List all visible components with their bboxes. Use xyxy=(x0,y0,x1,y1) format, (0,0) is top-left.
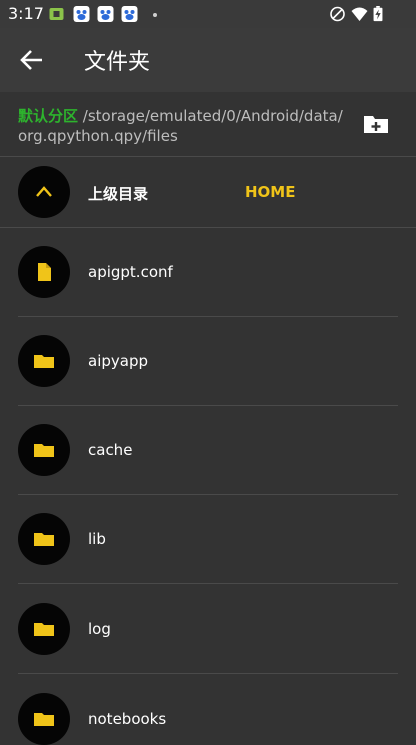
wifi-icon xyxy=(351,7,368,21)
android-debug-icon xyxy=(49,8,64,20)
drive-label[interactable]: 默认分区 xyxy=(18,107,78,125)
list-item-notebooks[interactable]: notebooks xyxy=(0,651,416,745)
item-name: apigpt.conf xyxy=(88,263,173,281)
item-name: cache xyxy=(88,441,133,459)
new-folder-icon[interactable] xyxy=(362,112,390,136)
file-icon xyxy=(38,263,51,281)
status-bar: 3:17 xyxy=(0,0,416,28)
baidu-app-icon xyxy=(73,6,90,22)
folder-icon-container xyxy=(18,693,70,745)
item-name: aipyapp xyxy=(88,352,148,370)
chevron-up-icon xyxy=(36,186,52,197)
folder-icon xyxy=(34,623,54,636)
home-button[interactable]: HOME xyxy=(245,183,295,201)
no-sim-icon xyxy=(330,6,345,22)
list-item-apigpt-conf[interactable]: apigpt.conf xyxy=(0,228,416,317)
folder-icon xyxy=(34,713,54,726)
status-time: 3:17 xyxy=(8,4,44,23)
folder-icon-container xyxy=(18,603,70,655)
folder-icon xyxy=(34,444,54,457)
battery-charging-icon xyxy=(373,6,383,22)
baidu-app-icon-2 xyxy=(97,6,114,22)
file-icon-container xyxy=(18,246,70,298)
list-item-cache[interactable]: cache xyxy=(0,406,416,495)
item-name: lib xyxy=(88,530,106,548)
parent-directory-label[interactable]: 上级目录 xyxy=(88,183,148,204)
parent-directory-button[interactable] xyxy=(18,166,70,218)
item-name: notebooks xyxy=(88,710,167,728)
folder-icon xyxy=(34,533,54,546)
app-bar: 文件夹 xyxy=(0,28,416,92)
more-notifications-dot-icon xyxy=(153,13,157,17)
folder-icon-container xyxy=(18,513,70,565)
current-path: 默认分区 /storage/emulated/0/Android/data/or… xyxy=(18,106,348,146)
list-item-lib[interactable]: lib xyxy=(0,495,416,584)
item-name: log xyxy=(88,620,111,638)
baidu-app-icon-3 xyxy=(121,6,138,22)
list-item-aipyapp[interactable]: aipyapp xyxy=(0,317,416,406)
back-arrow-icon[interactable] xyxy=(18,46,48,74)
folder-icon-container xyxy=(18,424,70,476)
folder-icon-container xyxy=(18,335,70,387)
page-title: 文件夹 xyxy=(84,50,151,75)
divider xyxy=(18,583,398,584)
folder-icon xyxy=(34,355,54,368)
path-bar: 默认分区 /storage/emulated/0/Android/data/or… xyxy=(0,92,416,157)
nav-row: 上级目录 HOME xyxy=(0,157,416,228)
